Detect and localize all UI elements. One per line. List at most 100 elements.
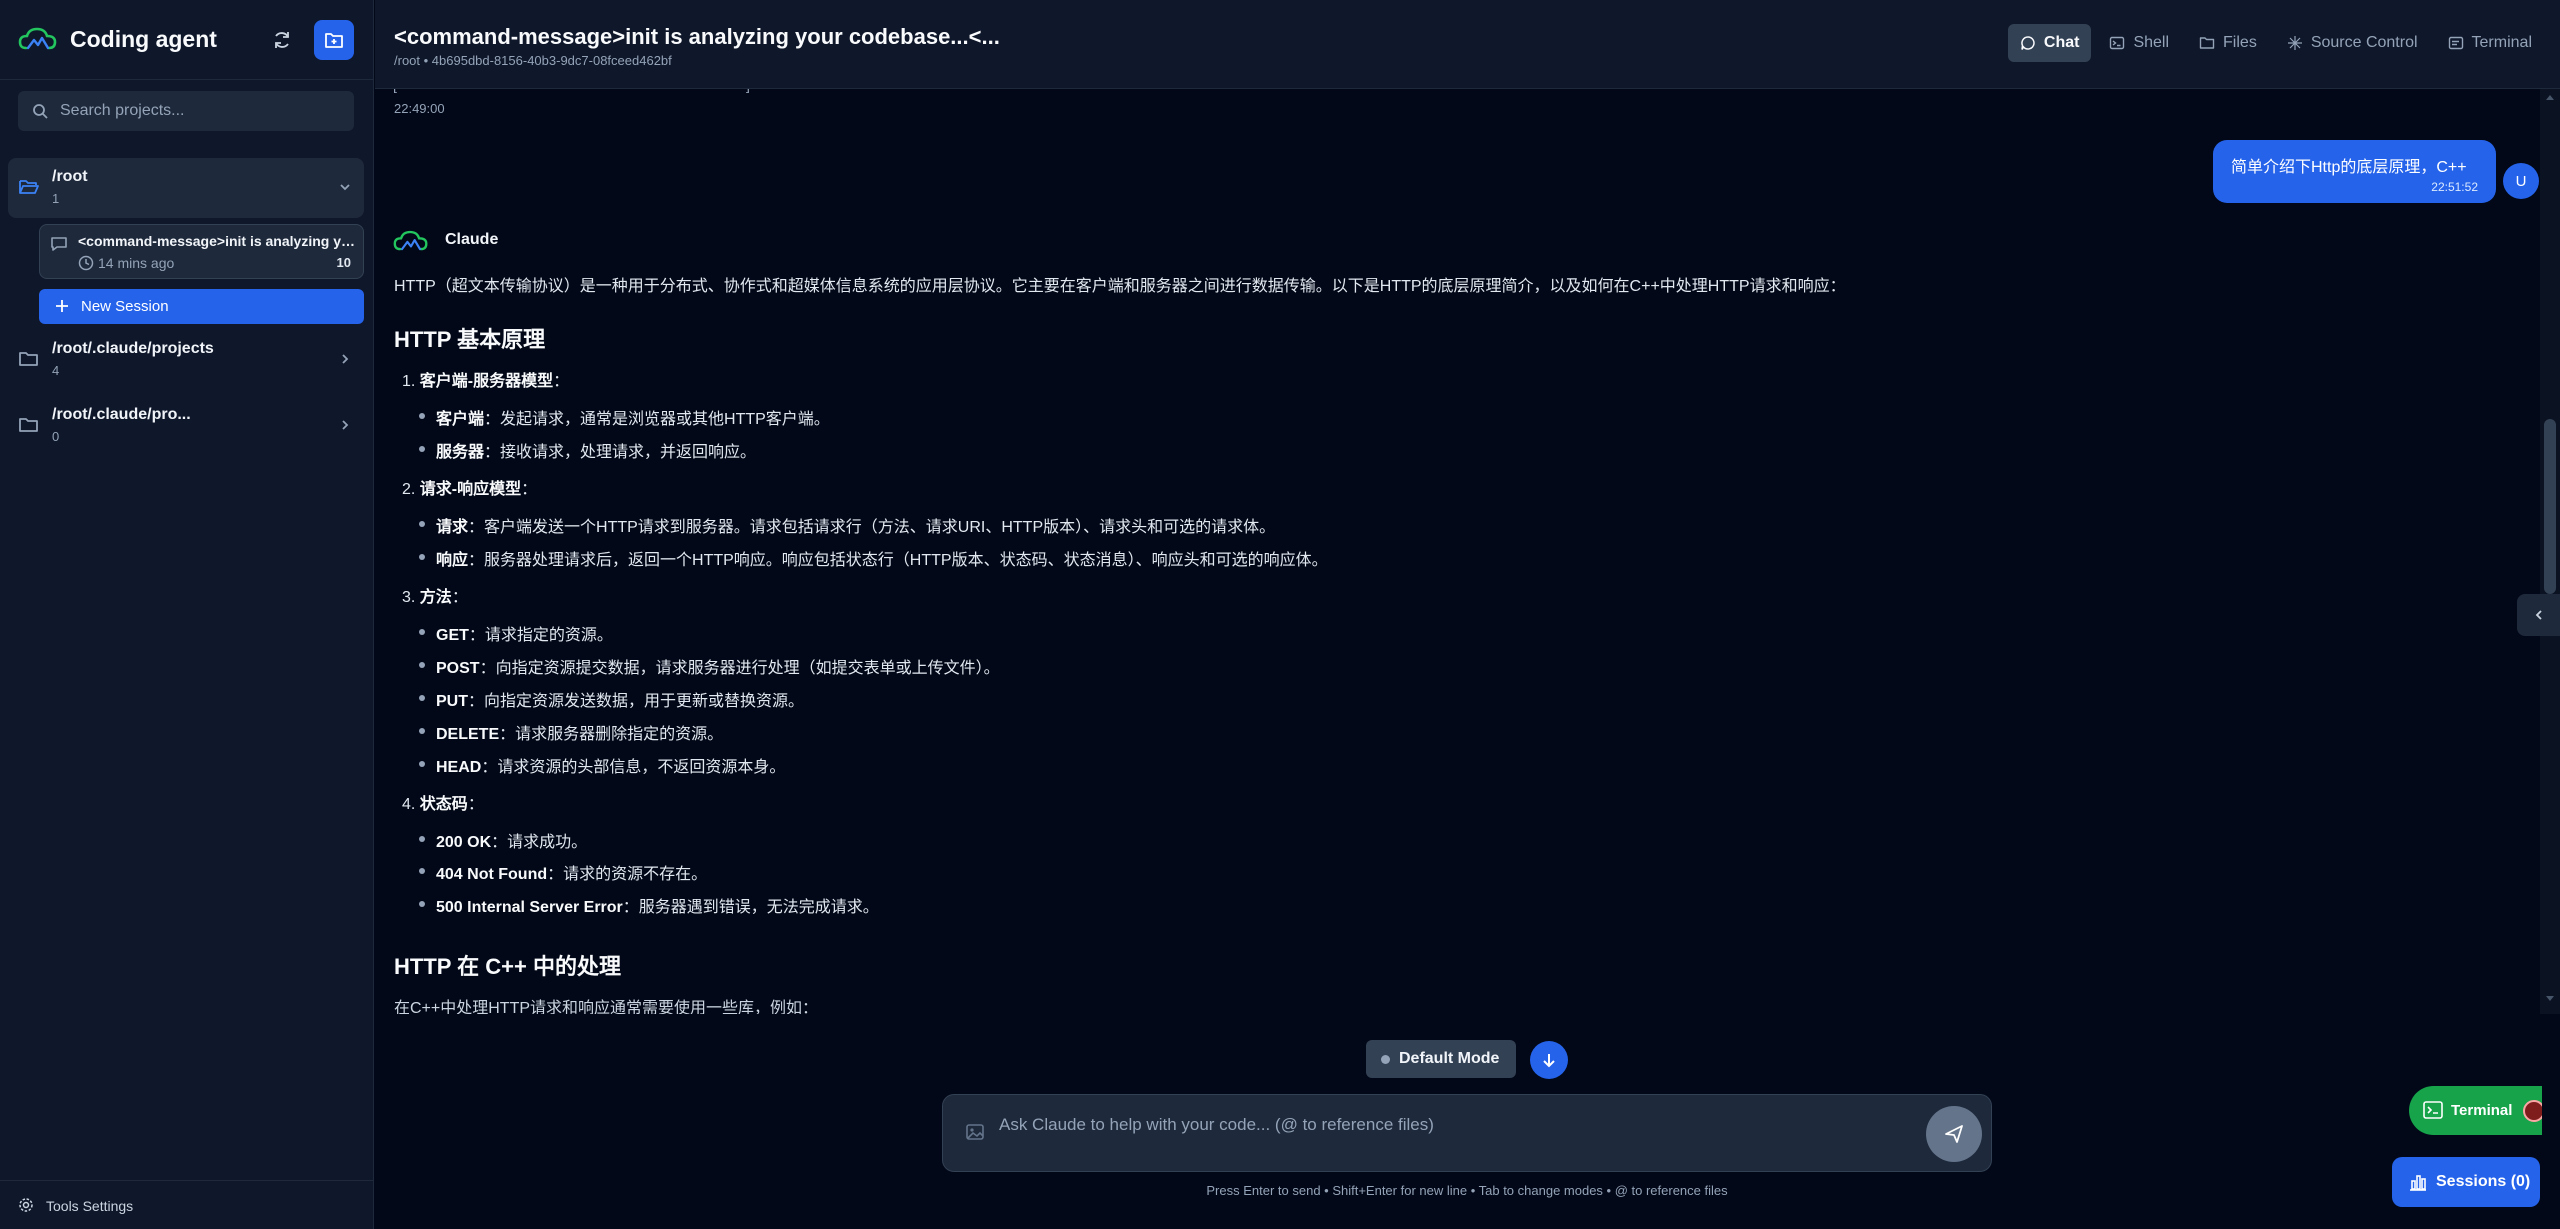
session-item[interactable]: <command-message>init is analyzing yo...… <box>39 224 364 279</box>
sessions-label: Sessions (0) <box>2436 1173 2531 1190</box>
previous-message-tail: [ ─ ─ ─ ─ ─ ─ ─ ─ ─ ─ ─ ─ ─ ─ ─ ─ ─ ─ ─ … <box>393 89 2493 97</box>
scroll-to-bottom-button[interactable] <box>1530 1041 1568 1079</box>
image-upload-icon[interactable] <box>965 1122 985 1142</box>
git-icon <box>2287 36 2302 50</box>
list-item: HEAD：请求资源的头部信息，不返回资源本身。 <box>418 753 785 777</box>
project-claude-projects[interactable]: /root/.claude/projects 4 <box>8 330 364 390</box>
folder-icon <box>2199 37 2215 49</box>
terminal-icon <box>2423 1101 2443 1119</box>
folder-open-icon <box>18 178 40 196</box>
intro-paragraph: HTTP（超文本传输协议）是一种用于分布式、协作式和超媒体信息系统的应用层协议。… <box>394 278 1846 295</box>
tab-shell[interactable]: Shell <box>2097 24 2181 62</box>
scrollbar-thumb[interactable] <box>2544 419 2556 594</box>
send-button[interactable] <box>1926 1106 1982 1162</box>
list-item: 3. 方法： <box>402 589 468 606</box>
mode-toggle-button[interactable]: Default Mode <box>1366 1040 1516 1078</box>
overlay-badge-icon <box>2523 1100 2542 1122</box>
tab-label: Source Control <box>2310 34 2418 51</box>
tab-label: Terminal <box>2471 34 2532 51</box>
truncated-paragraph: 在C++中处理HTTP请求和响应通常需要使用一些库，例如： <box>394 1000 819 1014</box>
terminal-icon <box>2448 36 2463 50</box>
list-item: 响应：服务器处理请求后，返回一个HTTP响应。响应包括状态行（HTTP版本、状态… <box>419 546 1328 570</box>
new-session-button[interactable]: New Session <box>39 289 364 324</box>
arrow-down-icon <box>1543 1054 1555 1068</box>
list-item: 404 Not Found：请求的资源不存在。 <box>418 860 707 884</box>
bar-chart-icon <box>2408 1173 2428 1191</box>
previous-message-time: 22:49:00 <box>394 101 445 116</box>
project-session-count: 4 <box>52 363 60 378</box>
list-item: POST：向指定资源提交数据，请求服务器进行处理（如提交表单或上传文件）。 <box>419 654 1000 678</box>
list-item: 请求：客户端发送一个HTTP请求到服务器。请求包括请求行（方法、请求URI、HT… <box>418 513 1275 537</box>
floating-terminal-button[interactable]: Terminal <box>2409 1086 2542 1135</box>
chat-messages: [ ─ ─ ─ ─ ─ ─ ─ ─ ─ ─ ─ ─ ─ ─ ─ ─ ─ ─ ─ … <box>375 89 2540 1014</box>
project-session-count: 0 <box>52 429 60 444</box>
tools-settings-button[interactable]: Tools Settings <box>0 1180 374 1229</box>
refresh-icon <box>275 32 289 48</box>
user-message-time: 22:51:52 <box>2431 180 2478 194</box>
tab-chat[interactable]: Chat <box>2007 24 2092 62</box>
list-item: 客户端：发起请求，通常是浏览器或其他HTTP客户端。 <box>419 405 830 429</box>
message-icon <box>50 235 68 253</box>
folder-icon <box>18 350 40 368</box>
send-icon <box>1945 1125 1963 1143</box>
user-message: 简单介绍下Http的底层原理，C++ 22:51:52 <box>2213 140 2496 203</box>
session-time: 14 mins ago <box>98 255 175 271</box>
project-claude-pro[interactable]: /root/.claude/pro... 0 <box>8 396 364 456</box>
chevron-right-icon <box>338 352 352 366</box>
new-session-label: New Session <box>81 298 169 315</box>
tab-files[interactable]: Files <box>2187 24 2269 62</box>
header: <command-message>init is analyzing your … <box>375 0 2560 89</box>
session-title: <command-message>init is analyzing your … <box>394 24 1000 49</box>
user-avatar: U <box>2503 163 2539 199</box>
terminal-box-icon <box>2110 36 2125 50</box>
list-item: 4. 状态码： <box>402 796 484 813</box>
list-item: GET：请求指定的资源。 <box>419 621 613 645</box>
tools-settings-label: Tools Settings <box>46 1198 134 1214</box>
chat-icon <box>2021 36 2035 50</box>
tab-source-control[interactable]: Source Control <box>2275 24 2430 62</box>
sidebar: Coding agent Search projects... /root 1 … <box>0 0 374 1229</box>
message-input[interactable] <box>999 1115 1859 1151</box>
terminal-label: Terminal <box>2451 1102 2513 1119</box>
chevron-down-icon <box>338 180 352 194</box>
app-title: Coding agent <box>70 26 217 52</box>
user-message-text: 简单介绍下Http的底层原理，C++ <box>2231 159 2467 176</box>
clock-icon <box>78 255 94 271</box>
heading-basics: HTTP 基本原理 <box>394 327 546 352</box>
message-composer <box>942 1094 1992 1172</box>
mode-status-dot <box>1381 1055 1390 1064</box>
composer-hint: Press Enter to send • Shift+Enter for ne… <box>1206 1183 1728 1198</box>
view-tabs: Chat Shell Files Source Control Terminal <box>2007 24 2544 62</box>
claude-avatar-icon <box>393 229 429 253</box>
gear-icon <box>18 1197 34 1213</box>
tab-label: Shell <box>2133 34 2170 51</box>
heading-cpp: HTTP 在 C++ 中的处理 <box>394 954 621 979</box>
project-name: /root <box>52 168 88 185</box>
plus-icon <box>53 297 71 315</box>
new-project-button[interactable] <box>314 20 354 60</box>
folder-icon <box>18 416 40 434</box>
sessions-button[interactable]: Sessions (0) <box>2392 1157 2540 1207</box>
tab-label: Files <box>2223 34 2257 51</box>
list-item: 200 OK：请求成功。 <box>418 828 587 852</box>
assistant-name: Claude <box>445 231 499 248</box>
refresh-button[interactable] <box>266 24 298 56</box>
project-name: /root/.claude/projects <box>52 340 214 357</box>
panel-toggle-button[interactable] <box>2517 594 2560 636</box>
session-path: /root • 4b695dbd-8156-40b3-9dc7-08fceed4… <box>394 53 672 68</box>
brand-row: Coding agent <box>0 0 374 80</box>
chevron-left-icon <box>2535 610 2542 620</box>
tab-terminal[interactable]: Terminal <box>2436 24 2544 62</box>
project-root[interactable]: /root 1 <box>8 158 364 218</box>
project-session-count: 1 <box>52 191 60 206</box>
list-item: DELETE：请求服务器删除指定的资源。 <box>418 720 723 744</box>
chevron-right-icon <box>338 418 352 432</box>
list-item: 2. 请求-响应模型： <box>402 481 538 498</box>
scroll-down-arrow-icon[interactable] <box>2545 995 2555 1003</box>
search-icon <box>32 103 48 119</box>
cloud-logo-icon <box>18 26 58 52</box>
chat-scrollbar[interactable] <box>2540 89 2560 1014</box>
scroll-up-arrow-icon[interactable] <box>2545 93 2555 101</box>
mode-label: Default Mode <box>1399 1050 1500 1067</box>
search-input[interactable] <box>60 91 340 131</box>
